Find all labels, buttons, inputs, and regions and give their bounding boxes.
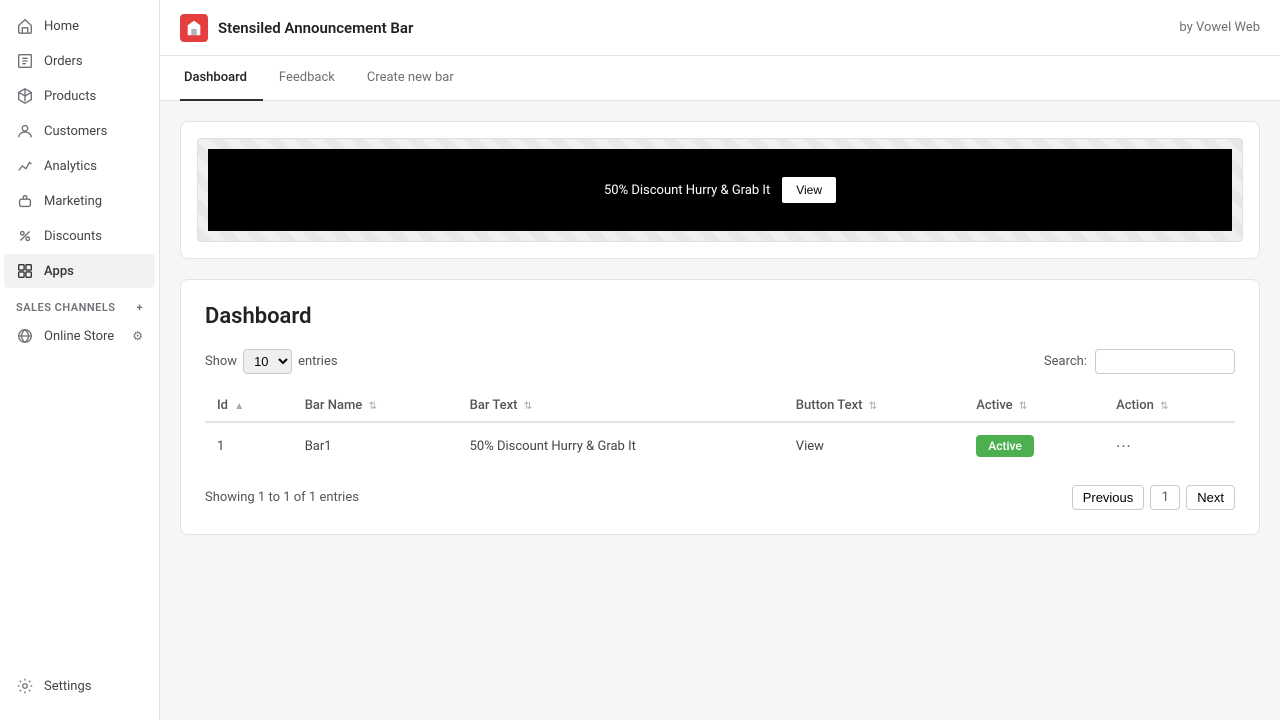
topbar-left: Stensiled Announcement Bar (180, 14, 413, 42)
sidebar-item-analytics[interactable]: Analytics (4, 149, 155, 183)
tab-dashboard[interactable]: Dashboard (180, 56, 263, 101)
col-header-button-text[interactable]: Button Text ⇅ (784, 390, 964, 422)
topbar: Stensiled Announcement Bar by Vowel Web (160, 0, 1280, 56)
products-icon (16, 87, 34, 105)
table-controls: Show 10 25 50 entries Search: (205, 349, 1235, 374)
cell-action: ··· (1104, 422, 1235, 469)
topbar-by: by Vowel Web (1179, 20, 1260, 35)
sidebar-item-analytics-label: Analytics (44, 159, 97, 174)
dashboard-title: Dashboard (205, 304, 1235, 329)
showing-text: Showing 1 to 1 of 1 entries (205, 490, 359, 505)
preview-banner-button[interactable]: View (782, 177, 836, 203)
sidebar-item-products-label: Products (44, 89, 96, 104)
show-entries-control: Show 10 25 50 entries (205, 349, 338, 374)
preview-banner-wrapper: 50% Discount Hurry & Grab It View (197, 138, 1243, 242)
action-menu-button[interactable]: ··· (1116, 437, 1132, 456)
preview-banner-text: 50% Discount Hurry & Grab It (604, 183, 770, 198)
search-label: Search: (1044, 354, 1087, 369)
online-store-icon (16, 327, 34, 345)
analytics-icon (16, 157, 34, 175)
cell-id: 1 (205, 422, 293, 469)
pagination: Showing 1 to 1 of 1 entries Previous 1 N… (205, 485, 1235, 510)
col-header-active[interactable]: Active ⇅ (964, 390, 1104, 422)
col-header-bar-name[interactable]: Bar Name ⇅ (293, 390, 458, 422)
sidebar-item-orders[interactable]: Orders (4, 44, 155, 78)
preview-card: 50% Discount Hurry & Grab It View (180, 121, 1260, 259)
button-text-sort-icon: ⇅ (869, 401, 877, 412)
tab-feedback[interactable]: Feedback (263, 56, 351, 101)
search-input[interactable] (1095, 349, 1235, 374)
tab-create-new-bar[interactable]: Create new bar (351, 56, 470, 101)
table-row: 1 Bar1 50% Discount Hurry & Grab It View… (205, 422, 1235, 469)
content-area: 50% Discount Hurry & Grab It View Dashbo… (160, 101, 1280, 720)
col-header-bar-text[interactable]: Bar Text ⇅ (458, 390, 784, 422)
pagination-controls: Previous 1 Next (1072, 485, 1235, 510)
cell-bar-name: Bar1 (293, 422, 458, 469)
apps-icon (16, 262, 34, 280)
sidebar-bottom: Settings (0, 660, 159, 720)
bar-name-sort-icon: ⇅ (369, 401, 377, 412)
show-label: Show (205, 354, 237, 369)
home-icon (16, 17, 34, 35)
entries-per-page-select[interactable]: 10 25 50 (243, 349, 292, 374)
sales-channels-section: SALES CHANNELS + (0, 289, 159, 318)
settings-label: Settings (44, 679, 91, 694)
settings-icon (16, 677, 34, 695)
sidebar-item-discounts-label: Discounts (44, 229, 102, 244)
sidebar-item-marketing[interactable]: Marketing (4, 184, 155, 218)
sidebar-item-home-label: Home (44, 19, 79, 34)
id-sort-icon: ▲ (234, 401, 244, 412)
customers-icon (16, 122, 34, 140)
marketing-icon (16, 192, 34, 210)
action-sort-icon: ⇅ (1160, 401, 1168, 412)
data-table: Id ▲ Bar Name ⇅ Bar Text ⇅ Button Text ⇅… (205, 390, 1235, 469)
bar-text-sort-icon: ⇅ (524, 401, 532, 412)
discounts-icon (16, 227, 34, 245)
sidebar: Home Orders Products Customers (0, 0, 160, 720)
page-number: 1 (1150, 485, 1180, 510)
main-area: Stensiled Announcement Bar by Vowel Web … (160, 0, 1280, 720)
online-store-settings-icon[interactable]: ⚙ (132, 329, 143, 343)
col-header-action[interactable]: Action ⇅ (1104, 390, 1235, 422)
sidebar-item-apps[interactable]: Apps (4, 254, 155, 288)
sidebar-item-products[interactable]: Products (4, 79, 155, 113)
tab-nav: Dashboard Feedback Create new bar (160, 56, 1280, 101)
sidebar-item-orders-label: Orders (44, 54, 83, 69)
previous-button[interactable]: Previous (1072, 485, 1145, 510)
col-header-id[interactable]: Id ▲ (205, 390, 293, 422)
table-header-row: Id ▲ Bar Name ⇅ Bar Text ⇅ Button Text ⇅… (205, 390, 1235, 422)
cell-button-text: View (784, 422, 964, 469)
preview-banner: 50% Discount Hurry & Grab It View (208, 149, 1232, 231)
sidebar-item-online-store[interactable]: Online Store ⚙ (4, 319, 155, 353)
cell-active: Active (964, 422, 1104, 469)
sidebar-item-customers[interactable]: Customers (4, 114, 155, 148)
sidebar-item-discounts[interactable]: Discounts (4, 219, 155, 253)
next-button[interactable]: Next (1186, 485, 1235, 510)
sidebar-item-settings[interactable]: Settings (4, 669, 155, 703)
active-badge: Active (976, 435, 1034, 457)
sales-channels-title: SALES CHANNELS (16, 301, 116, 314)
app-logo (180, 14, 208, 42)
orders-icon (16, 52, 34, 70)
online-store-label: Online Store (44, 329, 114, 344)
sidebar-item-home[interactable]: Home (4, 9, 155, 43)
entries-label: entries (298, 354, 338, 369)
sidebar-item-marketing-label: Marketing (44, 194, 102, 209)
active-sort-icon: ⇅ (1019, 401, 1027, 412)
dashboard-card: Dashboard Show 10 25 50 entries Search: (180, 279, 1260, 535)
sidebar-item-customers-label: Customers (44, 124, 107, 139)
sidebar-nav: Home Orders Products Customers (0, 0, 159, 660)
app-title: Stensiled Announcement Bar (218, 19, 413, 37)
search-box: Search: (1044, 349, 1235, 374)
add-sales-channel-button[interactable]: + (136, 301, 143, 314)
cell-bar-text: 50% Discount Hurry & Grab It (458, 422, 784, 469)
sidebar-item-apps-label: Apps (44, 264, 74, 279)
